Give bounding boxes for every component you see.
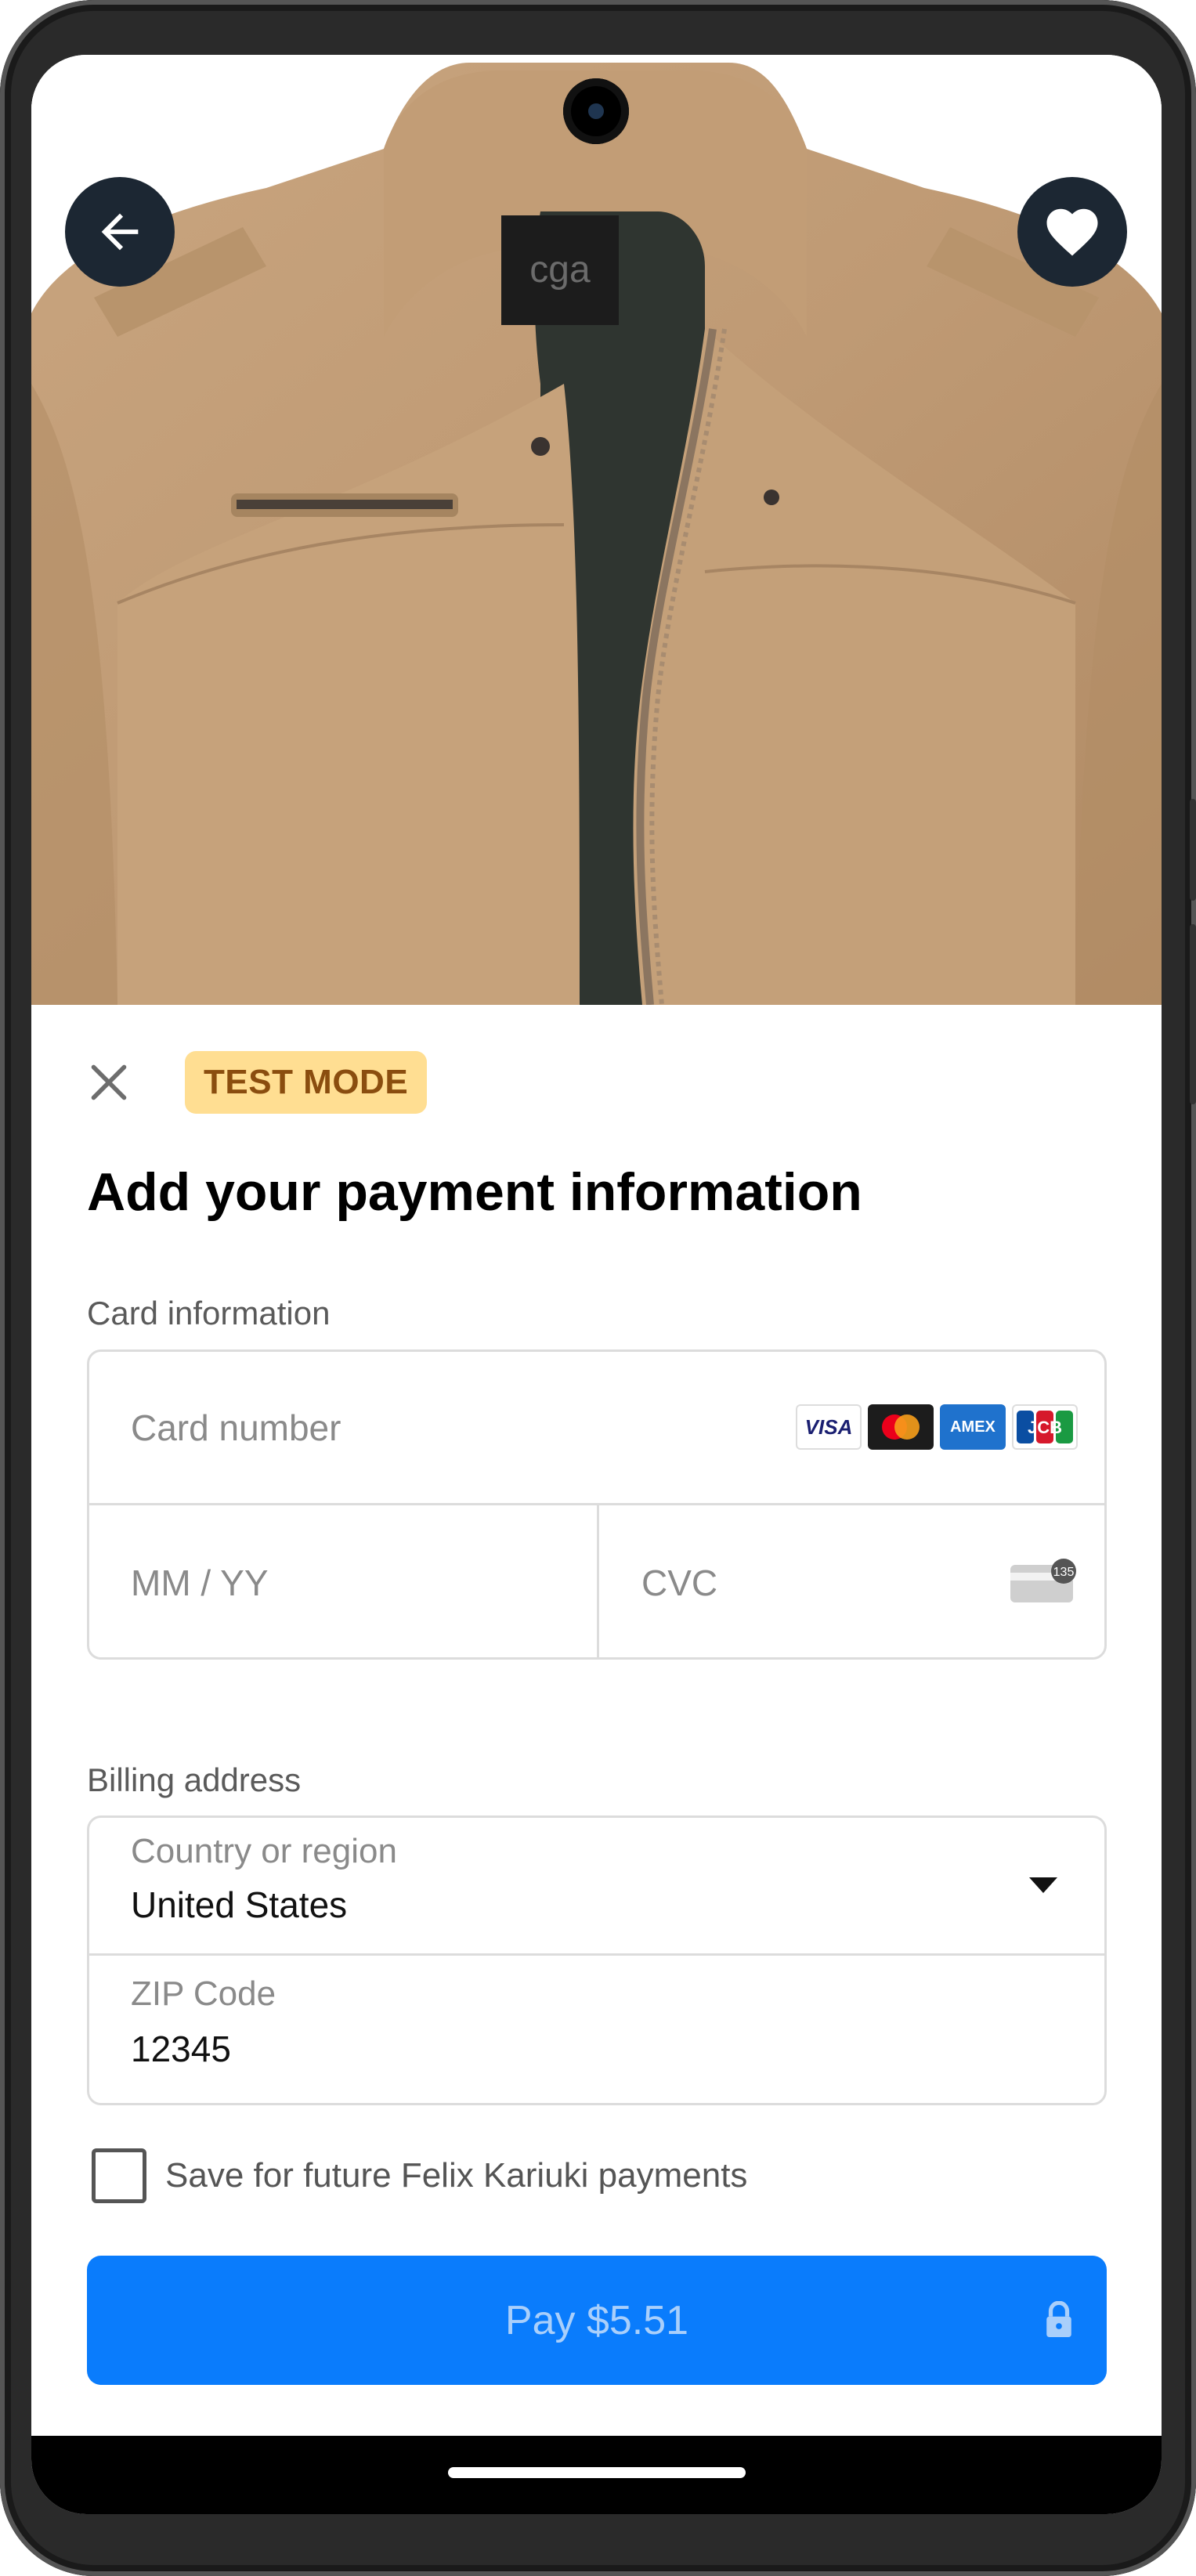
- jacket-illustration: cga: [31, 55, 1162, 1005]
- volume-button: [1190, 799, 1196, 901]
- card-section-label: Card information: [87, 1295, 331, 1331]
- jcb-icon: JCB: [1012, 1404, 1078, 1450]
- billing-address-box: Country or region United States ZIP Code…: [87, 1815, 1107, 2105]
- card-information-box: Card number VISA AMEX JCB MM / YY CVC 13…: [87, 1349, 1107, 1660]
- save-payment-row[interactable]: Save for future Felix Kariuki payments: [92, 2148, 747, 2203]
- close-icon: [91, 1064, 127, 1100]
- zip-label: ZIP Code: [131, 1974, 276, 2013]
- card-expiry-cvc-row: MM / YY CVC 135: [89, 1505, 1104, 1657]
- card-number-placeholder: Card number: [131, 1407, 341, 1448]
- pay-button[interactable]: Pay $5.51: [87, 2256, 1107, 2385]
- card-brands: VISA AMEX JCB: [796, 1404, 1078, 1450]
- amex-icon: AMEX: [940, 1404, 1006, 1450]
- power-button: [1190, 924, 1196, 1104]
- cvc-card-icon: 135: [1010, 1559, 1076, 1602]
- mastercard-icon: [868, 1404, 934, 1450]
- lock-icon: [1046, 2301, 1071, 2337]
- jcb-text: JCB: [1028, 1418, 1062, 1437]
- field-divider: [597, 1505, 599, 1657]
- save-label: Save for future Felix Kariuki payments: [165, 2156, 748, 2195]
- close-button[interactable]: [85, 1058, 133, 1107]
- svg-text:135: 135: [1053, 1566, 1075, 1579]
- arrow-left-icon: [101, 213, 139, 251]
- back-button[interactable]: [65, 177, 175, 287]
- visa-icon: VISA: [796, 1404, 862, 1450]
- country-value: United States: [131, 1884, 348, 1925]
- card-number-field[interactable]: Card number VISA AMEX JCB: [89, 1352, 1104, 1505]
- save-checkbox[interactable]: [92, 2148, 146, 2203]
- billing-section-label: Billing address: [87, 1761, 302, 1798]
- chevron-down-icon: [1029, 1877, 1057, 1893]
- phone-screen: cga TEST MODE Add your payment informati…: [31, 55, 1162, 2514]
- country-select[interactable]: Country or region United States: [89, 1818, 1104, 1956]
- page-title: Add your payment information: [87, 1162, 862, 1222]
- heart-icon: [1046, 208, 1098, 256]
- favorite-button[interactable]: [1017, 177, 1127, 287]
- cvc-field[interactable]: CVC: [641, 1562, 717, 1604]
- product-image: cga: [31, 55, 1162, 1005]
- system-nav-bar: [31, 2436, 1162, 2514]
- pay-button-label: Pay $5.51: [504, 2297, 689, 2343]
- expiry-field[interactable]: MM / YY: [131, 1562, 269, 1604]
- country-label: Country or region: [131, 1832, 397, 1870]
- home-indicator[interactable]: [448, 2467, 746, 2478]
- svg-text:cga: cga: [529, 249, 591, 291]
- zip-value: 12345: [131, 2029, 231, 2069]
- front-camera: [563, 78, 629, 144]
- zip-field[interactable]: ZIP Code 12345: [89, 1956, 1104, 2103]
- payment-sheet: TEST MODE Add your payment information C…: [31, 1005, 1162, 2436]
- test-mode-badge: TEST MODE: [185, 1051, 428, 1114]
